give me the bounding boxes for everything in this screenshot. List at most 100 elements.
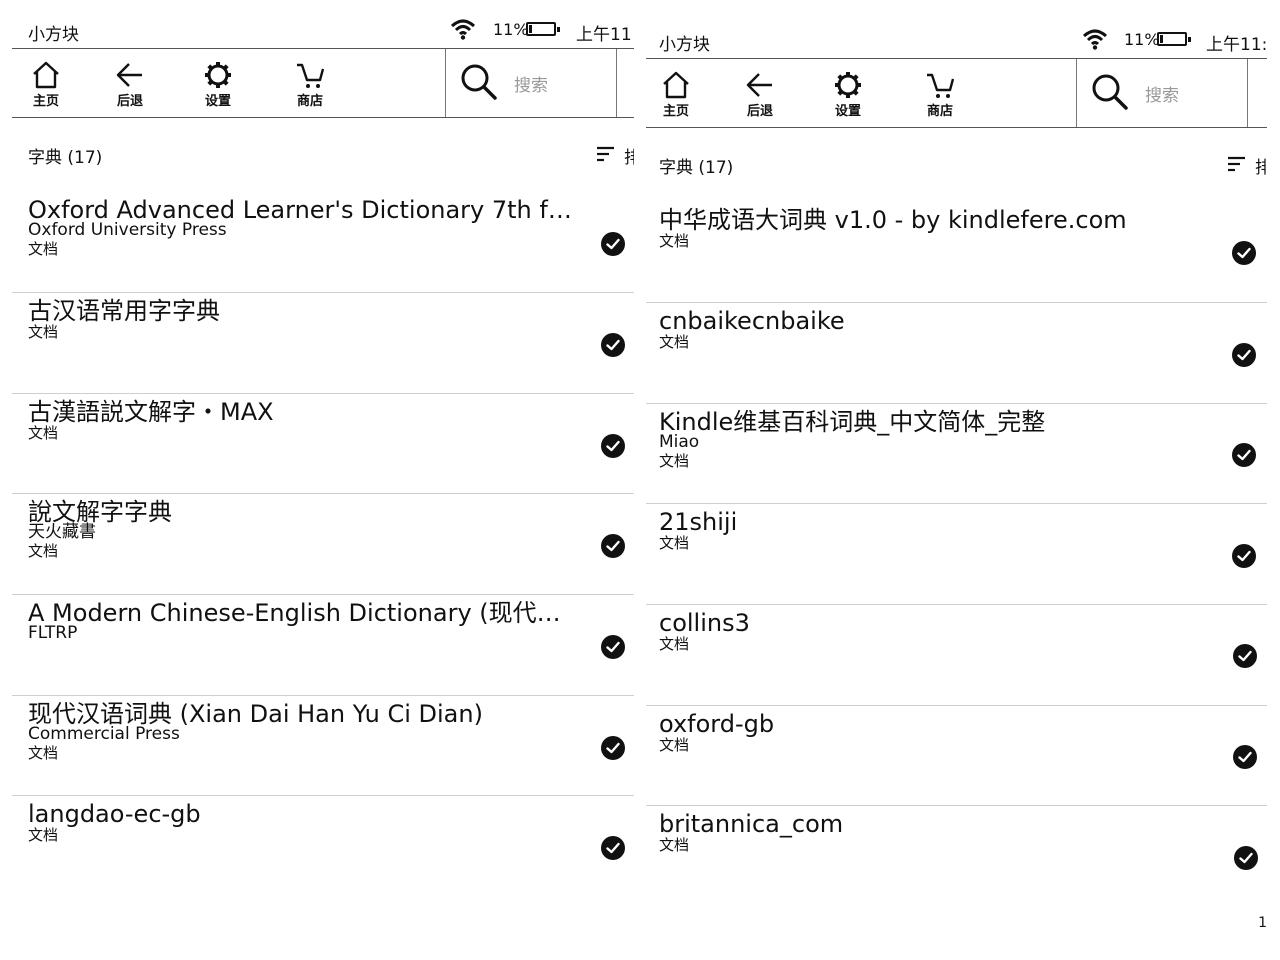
check-icon <box>1233 745 1257 769</box>
item-title: oxford-gb <box>659 710 775 738</box>
list-item[interactable]: 现代汉语词典 (Xian Dai Han Yu Ci Dian) Commerc… <box>12 695 634 795</box>
battery-percent: 11% <box>1124 30 1160 49</box>
back-label: 后退 <box>746 104 773 119</box>
item-title: britannica_com <box>659 810 844 838</box>
carrier-name: 小方块 <box>28 25 79 45</box>
list-item[interactable]: oxford-gb 文档 <box>646 705 1267 805</box>
store-button[interactable]: 商店 <box>910 59 970 127</box>
item-type: 文档 <box>659 232 690 250</box>
store-button[interactable]: 商店 <box>280 49 340 117</box>
settings-button[interactable]: 设置 <box>188 49 248 117</box>
page-number-partial: 1 <box>1258 915 1267 931</box>
sort-icon <box>1228 156 1245 172</box>
check-icon <box>1232 443 1256 467</box>
home-button[interactable]: 主页 <box>646 59 706 127</box>
toolbar: 主页 后退 设置 商店 搜索 <box>646 58 1267 128</box>
gear-icon <box>835 72 861 98</box>
search-icon <box>461 64 497 100</box>
battery-icon <box>526 22 560 36</box>
clock: 上午11: <box>1206 35 1267 55</box>
list-item[interactable]: langdao-ec-gb 文档 <box>12 795 634 895</box>
list-item[interactable]: Oxford Advanced Learner's Dictionary 7th… <box>12 192 634 292</box>
carrier-name: 小方块 <box>659 35 710 55</box>
home-icon <box>33 61 59 89</box>
sort-button[interactable]: 排 <box>596 143 634 169</box>
status-bar: 小方块 11% 上午11: <box>646 20 1267 58</box>
check-icon <box>601 232 625 256</box>
list-item[interactable]: 說文解字字典 天火藏書 文档 <box>12 493 634 593</box>
list-item[interactable]: cnbaikecnbaike 文档 <box>646 302 1267 402</box>
item-type: 文档 <box>28 424 59 442</box>
item-type: 文档 <box>659 736 690 754</box>
back-button[interactable]: 后退 <box>730 59 790 127</box>
item-title: 古汉语常用字字典 <box>28 297 220 325</box>
check-icon <box>1232 241 1256 265</box>
battery-icon <box>1157 32 1191 46</box>
kindle-screen-right: 小方块 11% 上午11: 主页 后退 设置 商店 搜索 字典 (17) 排 中… <box>646 20 1267 960</box>
item-type: 文档 <box>28 826 59 844</box>
search-placeholder: 搜索 <box>1145 86 1179 106</box>
wifi-icon <box>450 19 476 40</box>
item-title: langdao-ec-gb <box>28 800 201 828</box>
list-item[interactable]: A Modern Chinese-English Dictionary (现代…… <box>12 594 634 694</box>
search-input[interactable]: 搜索 <box>445 49 617 117</box>
item-type: 文档 <box>28 323 59 341</box>
item-title: cnbaikecnbaike <box>659 307 845 335</box>
list-item[interactable]: 中华成语大词典 v1.0 - by kindlefere.com 文档 <box>646 202 1267 302</box>
item-title: 中华成语大词典 v1.0 - by kindlefere.com <box>659 206 1127 234</box>
battery-percent: 11% <box>493 20 529 39</box>
item-title: Kindle维基百科词典_中文简体_完整 <box>659 408 1046 436</box>
home-label: 主页 <box>662 104 689 119</box>
back-arrow-icon <box>116 63 142 87</box>
check-icon <box>1232 544 1256 568</box>
store-label: 商店 <box>296 94 323 109</box>
clock: 上午11 <box>576 25 632 45</box>
status-bar: 小方块 11% 上午11 <box>12 10 634 48</box>
item-title: 古漢語説文解字・MAX <box>28 398 274 426</box>
item-type: 文档 <box>28 542 59 560</box>
sort-button[interactable]: 排 <box>1227 153 1267 179</box>
list-item[interactable]: 古漢語説文解字・MAX 文档 <box>12 393 634 493</box>
home-button[interactable]: 主页 <box>16 49 76 117</box>
item-title: collins3 <box>659 609 750 637</box>
wifi-icon <box>1082 29 1108 50</box>
item-author: Commercial Press <box>28 724 180 744</box>
sort-label: 排 <box>624 148 634 168</box>
search-icon <box>1092 74 1128 110</box>
list-item[interactable]: collins3 文档 <box>646 604 1267 704</box>
item-author: FLTRP <box>28 623 78 643</box>
item-title: A Modern Chinese-English Dictionary (现代… <box>28 599 561 627</box>
item-type: 文档 <box>28 240 59 258</box>
check-icon <box>1232 343 1256 367</box>
gear-icon <box>205 62 231 88</box>
item-type: 文档 <box>659 534 690 552</box>
home-icon <box>663 71 689 99</box>
check-icon <box>601 635 625 659</box>
list-item[interactable]: 古汉语常用字字典 文档 <box>12 292 634 392</box>
item-type: 文档 <box>659 635 690 653</box>
check-icon <box>1233 644 1257 668</box>
search-input[interactable]: 搜索 <box>1076 59 1248 127</box>
home-label: 主页 <box>32 94 59 109</box>
sort-label: 排 <box>1255 158 1267 178</box>
kindle-screen-left: 小方块 11% 上午11 主页 后退 设置 商店 搜索 字典 (17) 排 Ox… <box>12 10 634 960</box>
list-item[interactable]: 21shiji 文档 <box>646 503 1267 603</box>
item-title: 說文解字字典 <box>28 498 172 526</box>
settings-button[interactable]: 设置 <box>818 59 878 127</box>
search-placeholder: 搜索 <box>514 76 548 96</box>
store-label: 商店 <box>926 104 953 119</box>
check-icon <box>601 836 625 860</box>
back-button[interactable]: 后退 <box>100 49 160 117</box>
check-icon <box>1234 846 1258 870</box>
check-icon <box>601 736 625 760</box>
list-item[interactable]: Kindle维基百科词典_中文简体_完整 Miao 文档 <box>646 403 1267 503</box>
settings-label: 设置 <box>834 104 861 119</box>
item-author: 天火藏書 <box>28 522 96 542</box>
check-icon <box>601 333 625 357</box>
item-type: 文档 <box>659 836 690 854</box>
list-item[interactable]: britannica_com 文档 <box>646 805 1267 905</box>
toolbar: 主页 后退 设置 商店 搜索 <box>12 48 634 118</box>
item-author: Oxford University Press <box>28 220 227 240</box>
item-author: Miao <box>659 432 700 452</box>
back-arrow-icon <box>746 73 772 97</box>
